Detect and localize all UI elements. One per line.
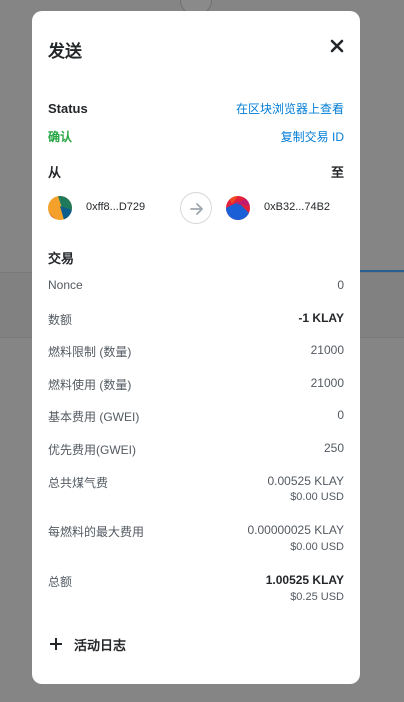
- transaction-details-modal: 发送 Status 在区块浏览器上查看 确认 复制交易 ID 从 至 0xff8…: [32, 11, 360, 684]
- gas-limit-label: 燃料限制 (数量): [48, 345, 132, 359]
- max-fee-per-gas-label: 每燃料的最大费用: [48, 525, 145, 539]
- amount-value: -1 KLAY: [298, 311, 344, 325]
- priority-fee-label: 优先费用(GWEI): [48, 443, 136, 457]
- from-account-avatar: [48, 196, 72, 220]
- status-label: Status: [48, 101, 88, 116]
- transaction-section-label: 交易: [48, 251, 75, 266]
- base-fee-value: 0: [337, 408, 344, 422]
- plus-icon: [50, 638, 62, 650]
- gas-limit-value: 21000: [310, 343, 344, 357]
- total-label: 总额: [48, 575, 73, 589]
- activity-log-toggle[interactable]: 活动日志: [50, 635, 126, 653]
- activity-log-label: 活动日志: [74, 637, 127, 653]
- gas-used-label: 燃料使用 (数量): [48, 378, 132, 392]
- copy-transaction-id-link[interactable]: 复制交易 ID: [281, 128, 344, 145]
- max-fee-per-gas-fiat: $0.00 USD: [290, 541, 344, 553]
- status-badge: 确认: [48, 130, 73, 144]
- modal-title: 发送: [48, 42, 82, 61]
- from-label: 从: [48, 165, 62, 180]
- total-value: 1.00525 KLAY: [265, 573, 344, 587]
- gas-used-value: 21000: [310, 376, 344, 390]
- priority-fee-value: 250: [323, 441, 344, 455]
- to-label: 至: [330, 165, 344, 180]
- to-account-avatar: [226, 196, 250, 220]
- from-address[interactable]: 0xff8...D729: [86, 201, 145, 213]
- base-fee-label: 基本费用 (GWEI): [48, 410, 140, 424]
- close-icon[interactable]: [330, 39, 344, 53]
- background-active-tab-indicator: [360, 270, 404, 272]
- total-gas-fee-value: 0.00525 KLAY: [267, 474, 344, 488]
- total-gas-fee-label: 总共煤气费: [48, 476, 109, 490]
- max-fee-per-gas-value: 0.00000025 KLAY: [247, 523, 344, 537]
- amount-label: 数额: [48, 313, 73, 327]
- total-fiat: $0.25 USD: [290, 591, 344, 603]
- to-address[interactable]: 0xB32...74B2: [264, 201, 330, 213]
- nonce-label: Nonce: [48, 278, 83, 292]
- nonce-value: 0: [337, 278, 344, 292]
- total-gas-fee-fiat: $0.00 USD: [290, 491, 344, 503]
- view-on-explorer-link[interactable]: 在区块浏览器上查看: [236, 100, 344, 117]
- arrow-right-icon: [180, 192, 212, 224]
